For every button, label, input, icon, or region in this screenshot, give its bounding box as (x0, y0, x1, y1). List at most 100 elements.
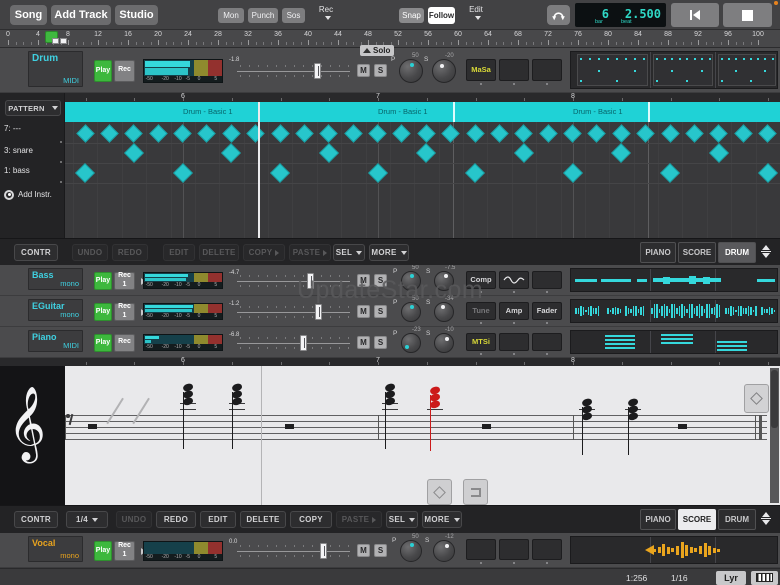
pattern-note-diamond[interactable] (149, 124, 167, 142)
instrument-row-snare[interactable]: 3: snare (4, 146, 62, 156)
play-button[interactable]: Play (94, 334, 112, 352)
locator-right[interactable] (60, 38, 67, 44)
pattern-clip-strip[interactable]: Drum - Basic 1Drum - Basic 1Drum - Basic… (65, 102, 780, 122)
note-chord[interactable] (625, 397, 643, 467)
fx-slot-1-comp[interactable]: Comp (466, 271, 496, 289)
pattern-note-diamond[interactable] (563, 124, 581, 142)
fader-track[interactable] (237, 71, 350, 72)
fader-handle[interactable] (315, 304, 322, 320)
stop-button[interactable] (723, 3, 772, 27)
play-button[interactable]: Play (94, 272, 112, 290)
solo-button[interactable]: S (374, 64, 387, 77)
pattern-note-diamond[interactable] (734, 124, 752, 142)
pattern-note-diamond[interactable] (124, 143, 144, 163)
locator-left[interactable] (52, 38, 59, 44)
view-tab-piano[interactable]: PIANO (640, 509, 676, 530)
fx-slot-3-fader[interactable]: Fader (532, 302, 562, 320)
pattern-note-diamond[interactable] (612, 124, 630, 142)
toolbar-button-delete[interactable]: DELETE (240, 511, 286, 528)
grid-resolution[interactable]: 1/16 (671, 573, 697, 583)
pattern-note-diamond[interactable] (271, 124, 289, 142)
note-chord-selected[interactable] (427, 385, 445, 455)
toolbar-button-redo[interactable]: REDO (156, 511, 196, 528)
send-knob[interactable] (433, 540, 455, 562)
resize-handle-icon[interactable] (758, 245, 774, 261)
solo-button[interactable]: S (374, 336, 387, 349)
mute-button[interactable]: M (357, 64, 370, 77)
nav-button-add-track[interactable]: Add Track (51, 5, 111, 25)
scrollbar-thumb[interactable] (771, 370, 778, 428)
pattern-note-diamond[interactable] (320, 124, 338, 142)
pattern-note-diamond[interactable] (660, 163, 680, 183)
pattern-note-diamond[interactable] (441, 124, 459, 142)
fx-slot-3[interactable] (532, 59, 562, 81)
pattern-note-diamond[interactable] (709, 143, 729, 163)
pattern-note-diamond[interactable] (221, 143, 241, 163)
rest-tool-button[interactable] (463, 479, 488, 505)
record-button[interactable]: Rec1 (114, 303, 135, 321)
pattern-note-diamond[interactable] (125, 124, 143, 142)
fader-track[interactable] (237, 312, 350, 313)
pattern-note-diamond[interactable] (173, 124, 191, 142)
view-tab-score[interactable]: SCORE (678, 242, 716, 263)
edit-menu[interactable]: Edit (464, 5, 488, 25)
clip-lane-piano[interactable] (570, 330, 778, 354)
loop-button[interactable] (547, 5, 570, 25)
view-tab-score[interactable]: SCORE (678, 509, 716, 530)
pattern-note-diamond[interactable] (588, 124, 606, 142)
track-header-bass[interactable]: Bassmono (28, 268, 83, 290)
insert-note-button[interactable] (744, 384, 769, 413)
solo-badge[interactable]: Solo (360, 45, 394, 56)
score-scrollbar[interactable] (770, 368, 779, 503)
play-button[interactable]: Play (94, 541, 112, 561)
fx-slot-2[interactable] (499, 59, 529, 81)
clip-lane-drum[interactable] (570, 51, 778, 89)
fx-slot-2-amp[interactable]: Amp (499, 302, 529, 320)
pattern-note-diamond[interactable] (611, 143, 631, 163)
mute-button[interactable]: M (357, 544, 370, 557)
record-button[interactable]: Rec1 (114, 272, 135, 290)
fx-slot-2[interactable] (499, 539, 529, 560)
mode-button-sos[interactable]: Sos (282, 8, 305, 23)
note-chord[interactable] (382, 382, 400, 452)
mode-button-punch[interactable]: Punch (248, 8, 278, 23)
pattern-note-diamond[interactable] (344, 124, 362, 142)
pattern-note-diamond[interactable] (416, 143, 436, 163)
toolbar-button-contr[interactable]: CONTR (14, 511, 58, 528)
pattern-note-diamond[interactable] (222, 124, 240, 142)
toolbar-button-sel[interactable]: SEL (333, 244, 365, 261)
pattern-note-diamond[interactable] (368, 124, 386, 142)
solo-button[interactable]: S (374, 274, 387, 287)
toolbar-button-1-4[interactable]: 1/4 (66, 511, 108, 528)
track-header-drum[interactable]: DrumMIDI (28, 51, 83, 87)
nav-button-song[interactable]: Song (10, 5, 47, 25)
toolbar-button-copy[interactable]: COPY (290, 511, 332, 528)
follow-button[interactable]: Follow (428, 7, 455, 24)
fader-handle[interactable] (320, 543, 327, 559)
record-button[interactable]: Rec1 (114, 541, 135, 561)
fx-slot-1-mtsi[interactable]: MTSi (466, 333, 496, 351)
lyrics-button[interactable]: Lyr (716, 571, 746, 585)
fx-slot-3[interactable] (532, 539, 562, 560)
pattern-note-diamond[interactable] (758, 124, 776, 142)
fader-track[interactable] (237, 343, 350, 344)
keyboard-button[interactable] (751, 571, 778, 585)
nav-button-studio[interactable]: Studio (115, 5, 158, 25)
pattern-note-diamond[interactable] (393, 124, 411, 142)
clip-lane-vocal[interactable] (570, 536, 778, 564)
record-button[interactable]: Rec (114, 334, 135, 352)
pattern-note-diamond[interactable] (75, 163, 95, 183)
pattern-note-diamond[interactable] (563, 163, 583, 183)
toolbar-button-edit[interactable]: EDIT (200, 511, 236, 528)
pattern-note-diamond[interactable] (758, 163, 778, 183)
fx-slot-1-tune[interactable]: Tune (466, 302, 496, 320)
fader-handle[interactable] (314, 63, 321, 79)
solo-button[interactable]: S (374, 305, 387, 318)
fader-track[interactable] (237, 281, 350, 282)
fx-slot-3[interactable] (532, 271, 562, 289)
note-chord[interactable] (180, 382, 198, 452)
add-instrument-button[interactable]: Add Instr. (4, 188, 64, 201)
track-header-eguitar[interactable]: EGuitarmono (28, 299, 83, 321)
rest-block[interactable] (88, 424, 97, 429)
rest-block[interactable] (285, 424, 294, 429)
